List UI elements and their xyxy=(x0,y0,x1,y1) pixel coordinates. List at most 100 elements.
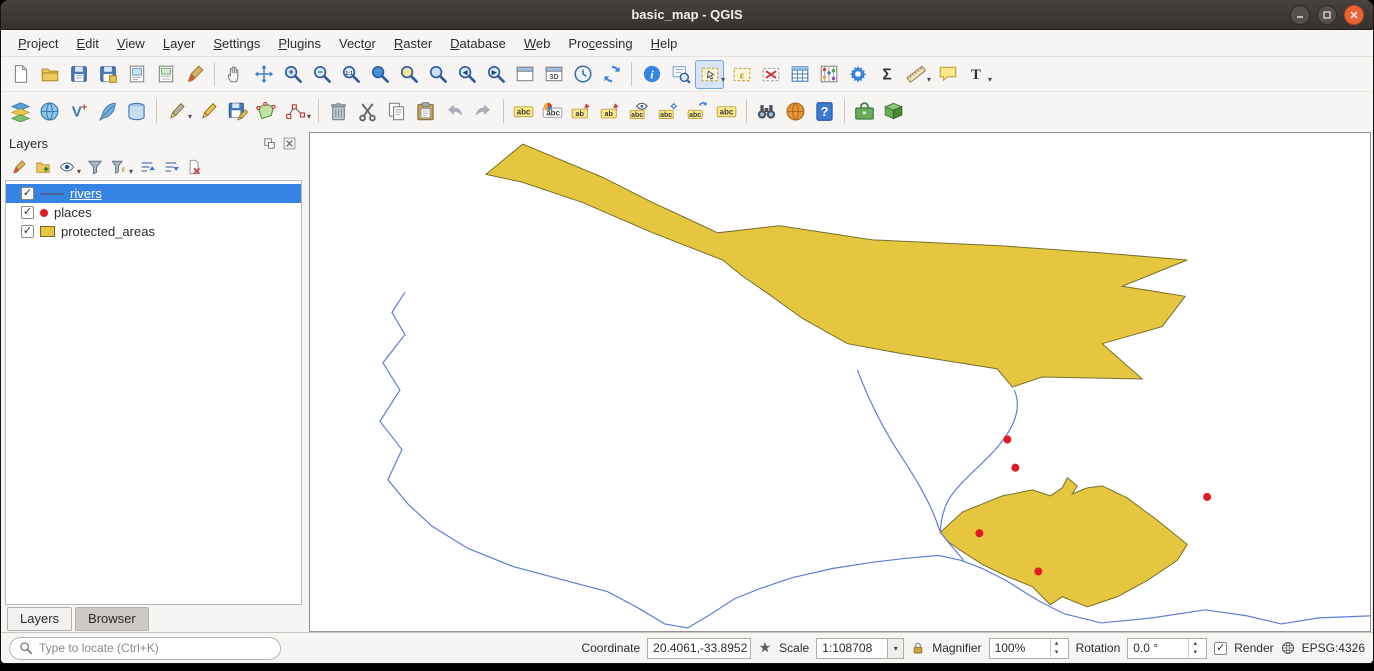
current-edits-button[interactable] xyxy=(162,97,191,126)
remove-layer-button[interactable] xyxy=(183,156,206,179)
data-source-manager-button[interactable] xyxy=(6,97,35,126)
new-project-button[interactable] xyxy=(6,60,35,89)
move-label-button[interactable]: abc xyxy=(654,97,683,126)
new-geopackage-layer-button[interactable] xyxy=(122,97,151,126)
undo-button[interactable] xyxy=(440,97,469,126)
magnifier-spin-arrows[interactable]: ▴▾ xyxy=(1050,639,1063,657)
new-print-layout-button[interactable] xyxy=(122,60,151,89)
menu-help[interactable]: Help xyxy=(642,32,687,55)
titlebar[interactable]: basic_map - QGIS xyxy=(1,0,1373,30)
menu-vector[interactable]: Vector xyxy=(330,32,385,55)
help-button[interactable]: ? xyxy=(810,97,839,126)
select-by-expression-button[interactable]: ε xyxy=(727,60,756,89)
measure-button[interactable] xyxy=(901,60,930,89)
style-manager-button[interactable] xyxy=(180,60,209,89)
zoom-out-button[interactable]: − xyxy=(307,60,336,89)
toggle-extents-button[interactable] xyxy=(758,641,772,655)
new-shapefile-layer-button[interactable] xyxy=(93,97,122,126)
zoom-full-button[interactable] xyxy=(365,60,394,89)
add-feature-button[interactable] xyxy=(252,97,281,126)
grass-plugin-button[interactable] xyxy=(879,97,908,126)
vertex-tool-button[interactable] xyxy=(281,97,310,126)
panel-tab-browser[interactable]: Browser xyxy=(75,607,149,631)
menu-project[interactable]: Project xyxy=(9,32,67,55)
pan-to-selection-button[interactable] xyxy=(249,60,278,89)
magnifier-spinbox[interactable]: 100% ▴▾ xyxy=(989,638,1069,659)
zoom-native-button[interactable]: 1:1 xyxy=(336,60,365,89)
add-group-button[interactable] xyxy=(31,156,54,179)
open-project-button[interactable] xyxy=(35,60,64,89)
delete-selected-button[interactable] xyxy=(324,97,353,126)
pin-labels-button[interactable]: ab xyxy=(567,97,596,126)
zoom-next-button[interactable]: ▸ xyxy=(481,60,510,89)
map-tips-button[interactable] xyxy=(933,60,962,89)
show-hide-labels-button[interactable]: abc xyxy=(625,97,654,126)
menu-settings[interactable]: Settings xyxy=(204,32,269,55)
rotate-label-button[interactable]: abc xyxy=(683,97,712,126)
coordinate-input[interactable]: 20.4061,-33.8952 xyxy=(647,638,751,659)
new-map-view-button[interactable] xyxy=(510,60,539,89)
zoom-last-button[interactable]: ◂ xyxy=(452,60,481,89)
locate-search-input[interactable]: Type to locate (Ctrl+K) xyxy=(9,637,281,660)
identify-features-button[interactable]: i xyxy=(637,60,666,89)
select-features-button[interactable] xyxy=(695,60,724,89)
menu-view[interactable]: View xyxy=(108,32,154,55)
filter-legend-button[interactable] xyxy=(83,156,106,179)
scale-input[interactable]: 1:108708 xyxy=(816,638,888,659)
open-attribute-table-button[interactable] xyxy=(785,60,814,89)
processing-plugin-button[interactable] xyxy=(850,97,879,126)
panel-tab-layers[interactable]: Layers xyxy=(7,607,72,631)
map-canvas[interactable] xyxy=(309,132,1371,632)
processing-toolbox-button[interactable] xyxy=(843,60,872,89)
select-features-button-dropdown[interactable]: ▾ xyxy=(721,75,725,84)
filter-by-expression-button-dropdown[interactable]: ▾ xyxy=(129,167,133,176)
save-project-as-button[interactable] xyxy=(93,60,122,89)
statistical-summary-button[interactable]: Σ xyxy=(872,60,901,89)
deselect-features-button[interactable] xyxy=(756,60,785,89)
layer-diagram-button[interactable]: abc xyxy=(538,97,567,126)
select-features-by-value-button[interactable] xyxy=(666,60,695,89)
show-layout-manager-button[interactable] xyxy=(151,60,180,89)
rotation-spinbox[interactable]: 0.0 ° ▴▾ xyxy=(1127,638,1207,659)
render-checkbox[interactable]: ✓ xyxy=(1214,642,1227,655)
text-annotation-button-dropdown[interactable]: ▾ xyxy=(988,75,992,84)
current-edits-button-dropdown[interactable]: ▾ xyxy=(188,112,192,121)
paste-features-button[interactable] xyxy=(411,97,440,126)
scale-dropdown-arrow[interactable]: ▾ xyxy=(888,638,904,659)
panel-close-button[interactable] xyxy=(281,136,298,151)
add-layer-button[interactable] xyxy=(35,97,64,126)
crs-status-button[interactable]: EPSG:4326 xyxy=(1302,641,1365,655)
metasearch-button[interactable] xyxy=(752,97,781,126)
layer-item-protected_areas[interactable]: ✓protected_areas xyxy=(6,222,301,241)
layer-item-rivers[interactable]: ✓rivers xyxy=(6,184,301,203)
maximize-button[interactable] xyxy=(1317,5,1337,25)
pan-map-button[interactable] xyxy=(220,60,249,89)
manage-map-themes-button-dropdown[interactable]: ▾ xyxy=(77,167,81,176)
zoom-in-button[interactable]: + xyxy=(278,60,307,89)
web-plugin-button[interactable] xyxy=(781,97,810,126)
save-layer-edits-button[interactable] xyxy=(223,97,252,126)
save-project-button[interactable] xyxy=(64,60,93,89)
highlight-pinned-labels-button[interactable]: ab xyxy=(596,97,625,126)
filter-by-expression-button[interactable]: ε xyxy=(107,156,130,179)
menu-layer[interactable]: Layer xyxy=(154,32,205,55)
change-label-button[interactable]: abc xyxy=(712,97,741,126)
menu-processing[interactable]: Processing xyxy=(559,32,641,55)
collapse-all-button[interactable] xyxy=(159,156,182,179)
new-3d-map-view-button[interactable]: 3D xyxy=(539,60,568,89)
lock-scale-button[interactable] xyxy=(911,641,925,655)
panel-float-button[interactable] xyxy=(261,136,278,151)
cut-features-button[interactable] xyxy=(353,97,382,126)
open-layer-styling-button[interactable] xyxy=(7,156,30,179)
scale-combobox[interactable]: 1:108708 ▾ xyxy=(816,638,904,659)
vertex-tool-button-dropdown[interactable]: ▾ xyxy=(307,112,311,121)
layer-checkbox-places[interactable]: ✓ xyxy=(21,206,34,219)
zoom-to-selection-button[interactable] xyxy=(394,60,423,89)
menu-raster[interactable]: Raster xyxy=(385,32,441,55)
temporal-controller-button[interactable] xyxy=(568,60,597,89)
text-annotation-button[interactable]: T xyxy=(962,60,991,89)
layer-labeling-button[interactable]: abc xyxy=(509,97,538,126)
layer-checkbox-rivers[interactable]: ✓ xyxy=(21,187,34,200)
menu-database[interactable]: Database xyxy=(441,32,515,55)
close-button[interactable] xyxy=(1344,5,1364,25)
